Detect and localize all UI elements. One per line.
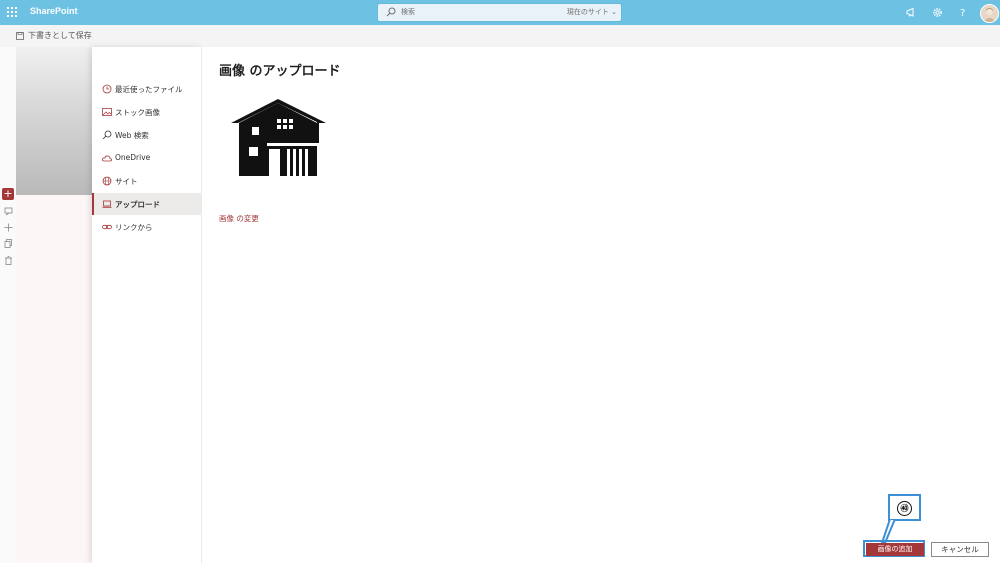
command-bar: 下書きとして保存 (0, 25, 1000, 48)
nav-item-label: サイト (115, 177, 138, 186)
globe-icon (102, 176, 112, 186)
svg-text:?: ? (960, 8, 965, 19)
duplicate-icon[interactable] (4, 239, 13, 248)
uploaded-image-preview (231, 99, 326, 176)
link-icon (102, 224, 112, 230)
nav-item-upload[interactable]: アップロード (92, 193, 201, 215)
add-section-button[interactable]: + (2, 188, 14, 200)
search-input[interactable] (401, 5, 551, 19)
nav-item-label: ストック画像 (115, 108, 160, 117)
cloud-icon (102, 155, 112, 162)
save-draft-label: 下書きとして保存 (28, 31, 92, 40)
chevron-down-icon: ⌄ (611, 8, 617, 16)
search-icon (102, 130, 112, 140)
page-canvas (16, 195, 92, 563)
cancel-button[interactable]: キャンセル (931, 542, 989, 557)
nav-item-recent[interactable]: 最近使ったファイル (92, 78, 201, 100)
change-image-link[interactable]: 画像 の変更 (219, 213, 259, 224)
edit-webpart-icon[interactable] (4, 207, 13, 216)
panel-title: 画像 のアップロード (219, 64, 341, 79)
nav-item-from-link[interactable]: リンクから (92, 216, 201, 238)
move-icon[interactable] (4, 223, 13, 232)
nav-item-stock-images[interactable]: ストック画像 (92, 101, 201, 123)
file-picker-nav: 最近使ったファイル ストック画像 Web 検索 OneDrive サイト アップ… (92, 47, 202, 563)
nav-item-label: アップロード (115, 200, 160, 209)
nav-item-label: 最近使ったファイル (115, 85, 183, 94)
add-image-button[interactable]: 画像の追加 (866, 543, 924, 556)
search-box[interactable]: 現在のサイト ⌄ (378, 4, 621, 21)
step-callout: ㊵ (888, 494, 921, 521)
hero-image-placeholder (16, 47, 92, 195)
edit-toolbar (0, 47, 16, 563)
search-scope-label: 現在のサイト (566, 8, 609, 16)
step-number: ㊵ (897, 501, 912, 516)
avatar-image (983, 8, 996, 22)
upload-panel: 画像 のアップロード 画像 の変更 (202, 47, 1000, 563)
user-avatar[interactable] (980, 4, 999, 23)
nav-item-label: リンクから (115, 223, 153, 232)
clock-icon (102, 84, 112, 94)
laptop-icon (102, 200, 112, 208)
nav-item-onedrive[interactable]: OneDrive (92, 147, 201, 169)
app-name[interactable]: SharePoint (30, 6, 78, 16)
help-icon[interactable]: ? (956, 6, 969, 19)
megaphone-icon[interactable] (905, 6, 918, 19)
nav-item-site[interactable]: サイト (92, 170, 201, 192)
nav-item-label: Web 検索 (115, 131, 149, 140)
search-scope-dropdown[interactable]: 現在のサイト ⌄ (567, 7, 617, 17)
save-draft-button[interactable]: 下書きとして保存 (16, 30, 92, 41)
save-icon (16, 31, 24, 40)
nav-item-web-search[interactable]: Web 検索 (92, 124, 201, 146)
search-icon (386, 7, 396, 17)
app-launcher-icon[interactable] (7, 7, 18, 18)
suite-header: SharePoint 現在のサイト ⌄ ? (0, 0, 1000, 25)
image-icon (102, 108, 112, 116)
gear-icon[interactable] (931, 6, 944, 19)
nav-item-label: OneDrive (115, 153, 151, 162)
delete-icon[interactable] (4, 256, 13, 265)
